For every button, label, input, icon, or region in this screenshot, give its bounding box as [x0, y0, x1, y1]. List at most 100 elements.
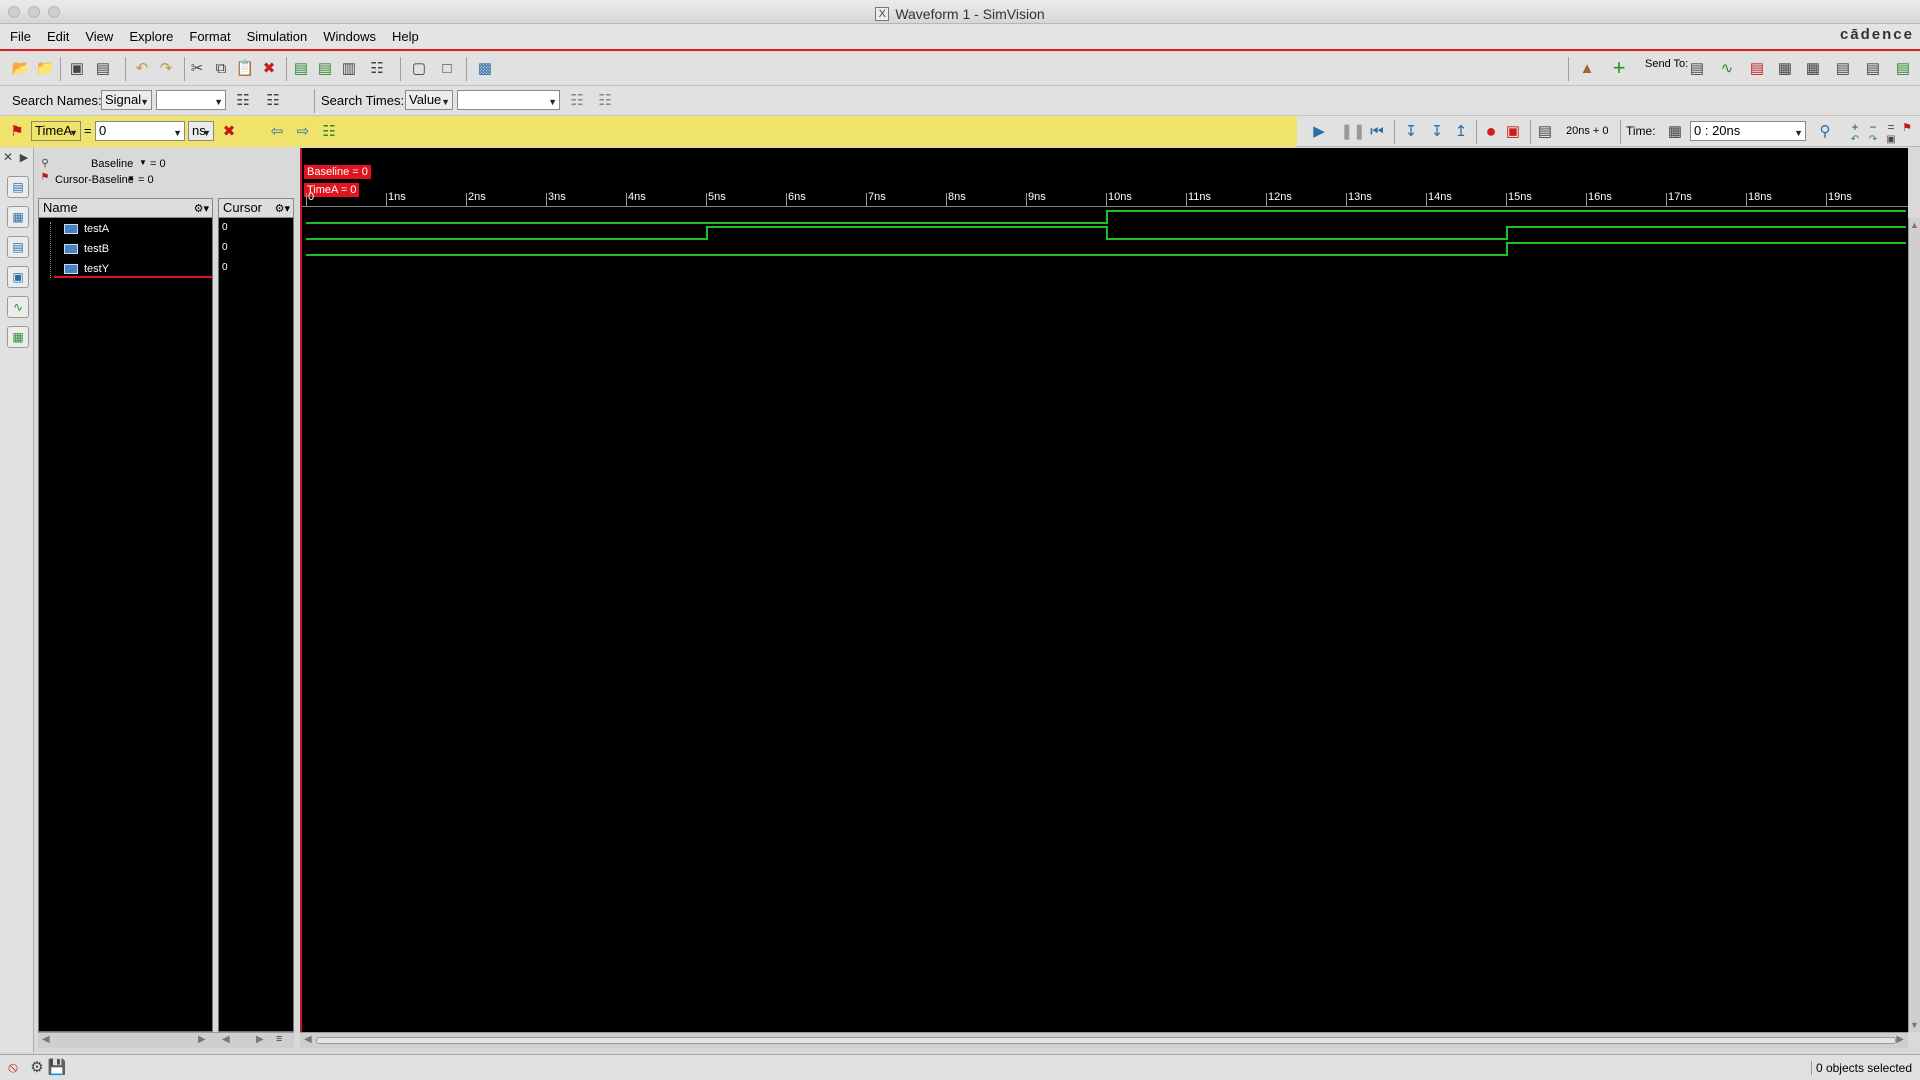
add-icon[interactable]: +	[1608, 55, 1630, 80]
close-window-button[interactable]	[8, 6, 20, 18]
zoom-fit-icon[interactable]: ▢	[408, 57, 430, 79]
step-out-icon[interactable]: ↥	[1450, 120, 1472, 142]
cursor-value-input[interactable]: 0 ▼	[95, 121, 185, 141]
stop-icon[interactable]: ⦸	[2, 1056, 24, 1078]
search-names-input[interactable]: ▼	[156, 90, 226, 110]
display-options-icon[interactable]: ▩	[474, 57, 496, 79]
signal-row-testA[interactable]: testA	[44, 220, 109, 238]
menu-simulation[interactable]: Simulation	[239, 24, 316, 49]
previous-edge-icon[interactable]: ⇦	[266, 120, 288, 142]
trace-segment-testA[interactable]	[306, 222, 1106, 224]
scroll-up-icon[interactable]: ▲	[1910, 220, 1919, 230]
menu-format[interactable]: Format	[181, 24, 238, 49]
send-to-console-icon[interactable]: ▤	[1892, 57, 1914, 79]
register-icon[interactable]: ▣	[7, 266, 29, 288]
cursor-value-panel[interactable]	[218, 198, 294, 1032]
zoom-box-small-icon[interactable]: ▣	[1880, 128, 1902, 150]
send-to-register-icon[interactable]: ▦	[1774, 57, 1796, 79]
next-edge-icon[interactable]: ⇨	[292, 120, 314, 142]
step-into-icon[interactable]: ↧	[1400, 120, 1422, 142]
name-column-header[interactable]: Name ⚙▾	[38, 198, 213, 218]
save-icon[interactable]: 💾	[46, 1056, 68, 1078]
delete-icon[interactable]: ✖	[258, 57, 280, 79]
search-times-type-select[interactable]: Value ▼	[405, 90, 453, 110]
menu-file[interactable]: File	[2, 24, 39, 49]
cursor-baseline-label[interactable]: Cursor-Baseline	[55, 174, 134, 186]
delete-cursor-icon[interactable]: ✖	[218, 120, 240, 142]
send-to-source-icon[interactable]: ▤	[1832, 57, 1854, 79]
waveform-canvas[interactable]: Baseline = 0 TimeA = 0 0 1ns 2ns 3ns 4ns 5ns 6…	[300, 148, 1908, 1032]
trace-edge-testY[interactable]	[1506, 242, 1508, 256]
menu-view[interactable]: View	[77, 24, 121, 49]
magnifier-icon[interactable]: ⚲	[38, 156, 52, 170]
search-times-next-icon[interactable]: ☷	[594, 89, 616, 111]
baseline-label[interactable]: Baseline	[91, 158, 133, 170]
baseline-marker[interactable]: Baseline = 0	[304, 165, 371, 179]
package-icon[interactable]: ▲	[1576, 57, 1598, 79]
trace-segment-testB[interactable]	[1506, 226, 1906, 228]
new-window-icon[interactable]: ▣	[66, 57, 88, 79]
open-db-icon[interactable]: 📁	[34, 57, 56, 79]
menu-help[interactable]: Help	[384, 24, 427, 49]
scroll-left-icon[interactable]: ◀	[304, 1034, 312, 1045]
chevron-down-icon[interactable]: ▼	[139, 158, 147, 167]
send-to-waveform-icon[interactable]: ∿	[1716, 57, 1738, 79]
trace-segment-testB[interactable]	[306, 238, 706, 240]
reuse-window-icon[interactable]: ▤	[92, 57, 114, 79]
source-browser-icon[interactable]: ▤	[7, 236, 29, 258]
signal-name-panel[interactable]	[38, 198, 213, 1032]
trace-segment-testY[interactable]	[306, 254, 1506, 256]
cursor-flag-icon[interactable]: ⚑	[6, 120, 28, 142]
paste-icon[interactable]: 📋	[234, 57, 256, 79]
schematic-icon[interactable]: ▦	[7, 206, 29, 228]
cut-icon[interactable]: ✂	[186, 57, 208, 79]
minimize-window-button[interactable]	[28, 6, 40, 18]
scroll-left-icon[interactable]: ◀	[222, 1034, 230, 1045]
menu-edit[interactable]: Edit	[39, 24, 77, 49]
trace-segment-testA[interactable]	[1106, 210, 1906, 212]
waveform-v-scrollbar[interactable]: ▲ ▼	[1908, 218, 1920, 1032]
menu-explore[interactable]: Explore	[121, 24, 181, 49]
mouse-mode-icon[interactable]: ⚙	[26, 1056, 48, 1078]
signal-row-testB[interactable]: testB	[44, 240, 109, 258]
close-panel-icon[interactable]: ✕	[1, 150, 15, 164]
open-icon[interactable]: 📂	[10, 57, 32, 79]
chevron-down-icon[interactable]: ▼	[127, 174, 135, 183]
zoom-search-icon[interactable]: ⚲	[1814, 120, 1836, 142]
trace-segment-testB[interactable]	[706, 226, 1106, 228]
trace-segment-testB[interactable]	[1106, 238, 1506, 240]
cursor-name-select[interactable]: TimeA ▼	[31, 121, 81, 141]
search-names-find-next-icon[interactable]: ☷	[262, 89, 284, 111]
expand-icon[interactable]: ▥	[338, 57, 360, 79]
column-menu-icon[interactable]: ≡	[276, 1033, 282, 1045]
cursor-unit-select[interactable]: ns ▼	[188, 121, 214, 141]
search-times-prev-icon[interactable]: ☷	[566, 89, 588, 111]
send-to-schematic-icon[interactable]: ▤	[1746, 57, 1768, 79]
search-times-input[interactable]: ▼	[457, 90, 560, 110]
redo-icon[interactable]: ↷	[155, 57, 177, 79]
send-to-memory-icon[interactable]: ▦	[1802, 57, 1824, 79]
search-names-find-icon[interactable]: ☷	[232, 89, 254, 111]
scroll-right-icon[interactable]: ▶	[198, 1034, 206, 1045]
run-icon[interactable]: ▶	[1308, 120, 1330, 142]
trace-segment-testY[interactable]	[1506, 242, 1906, 244]
scroll-thumb[interactable]	[316, 1037, 1896, 1044]
time-range-icon[interactable]: ▦	[1664, 120, 1686, 142]
scroll-right-icon[interactable]: ▶	[1896, 1034, 1904, 1045]
scroll-right-icon[interactable]: ▶	[256, 1034, 264, 1045]
edge-options-icon[interactable]: ☷	[318, 120, 340, 142]
scroll-down-icon[interactable]: ▼	[1910, 1020, 1919, 1030]
panel-menu-icon[interactable]: ▶	[17, 150, 31, 164]
rewind-icon[interactable]: ⏮	[1366, 120, 1388, 142]
gear-icon[interactable]: ⚙▾	[275, 200, 290, 218]
find-icon[interactable]: ☷	[366, 57, 388, 79]
time-range-input[interactable]: 0 : 20ns ▼	[1690, 121, 1806, 141]
gear-icon[interactable]: ⚙▾	[194, 200, 209, 218]
trace-edge-testA[interactable]	[1106, 210, 1108, 224]
trace-edge-testB[interactable]	[1506, 226, 1508, 240]
search-names-type-select[interactable]: Signal ▼	[101, 90, 152, 110]
scroll-left-icon[interactable]: ◀	[42, 1034, 50, 1045]
waveform-h-scrollbar[interactable]: ◀ ▶	[300, 1032, 1908, 1048]
expression-icon[interactable]: ▦	[7, 326, 29, 348]
cursor-column-header[interactable]: Cursor ⚙▾	[218, 198, 294, 218]
